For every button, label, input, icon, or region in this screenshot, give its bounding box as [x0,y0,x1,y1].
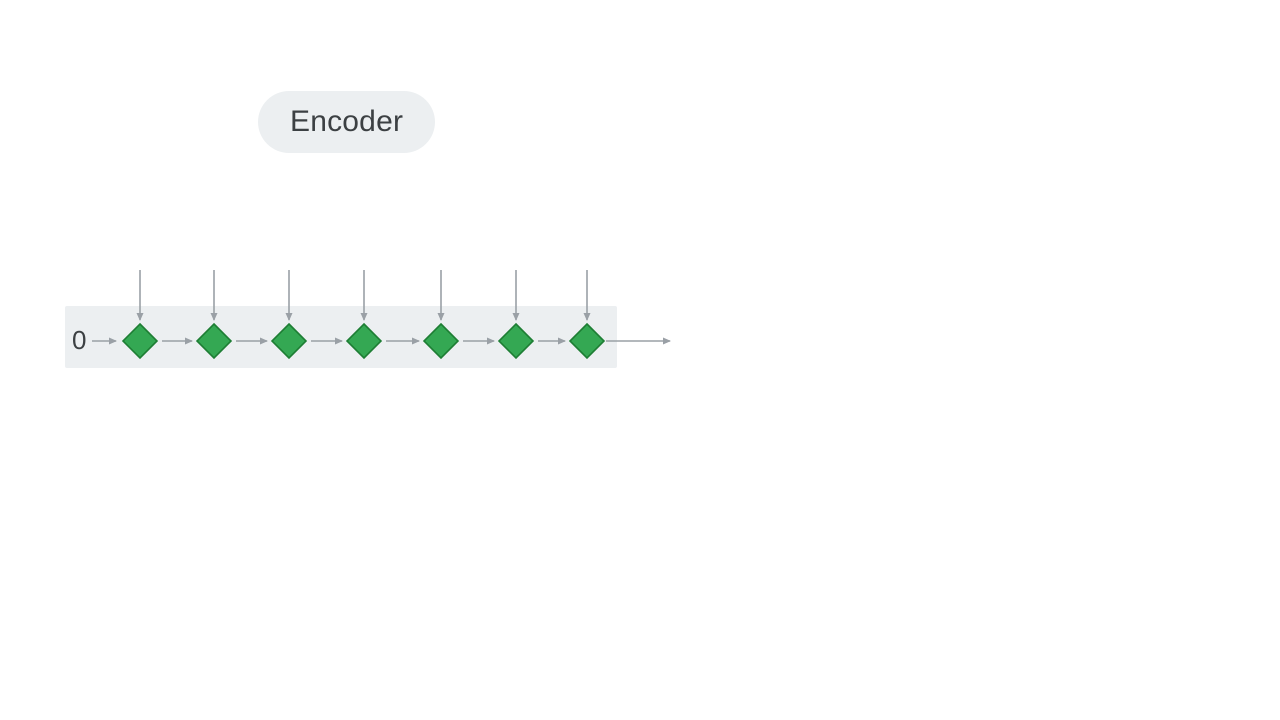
encoder-title-pill: Encoder [258,91,435,153]
encoder-strip-background [65,306,617,368]
diagram-stage: Encoder 0 [0,0,1280,720]
encoder-title-text: Encoder [290,105,403,138]
initial-state-label: 0 [72,325,86,356]
